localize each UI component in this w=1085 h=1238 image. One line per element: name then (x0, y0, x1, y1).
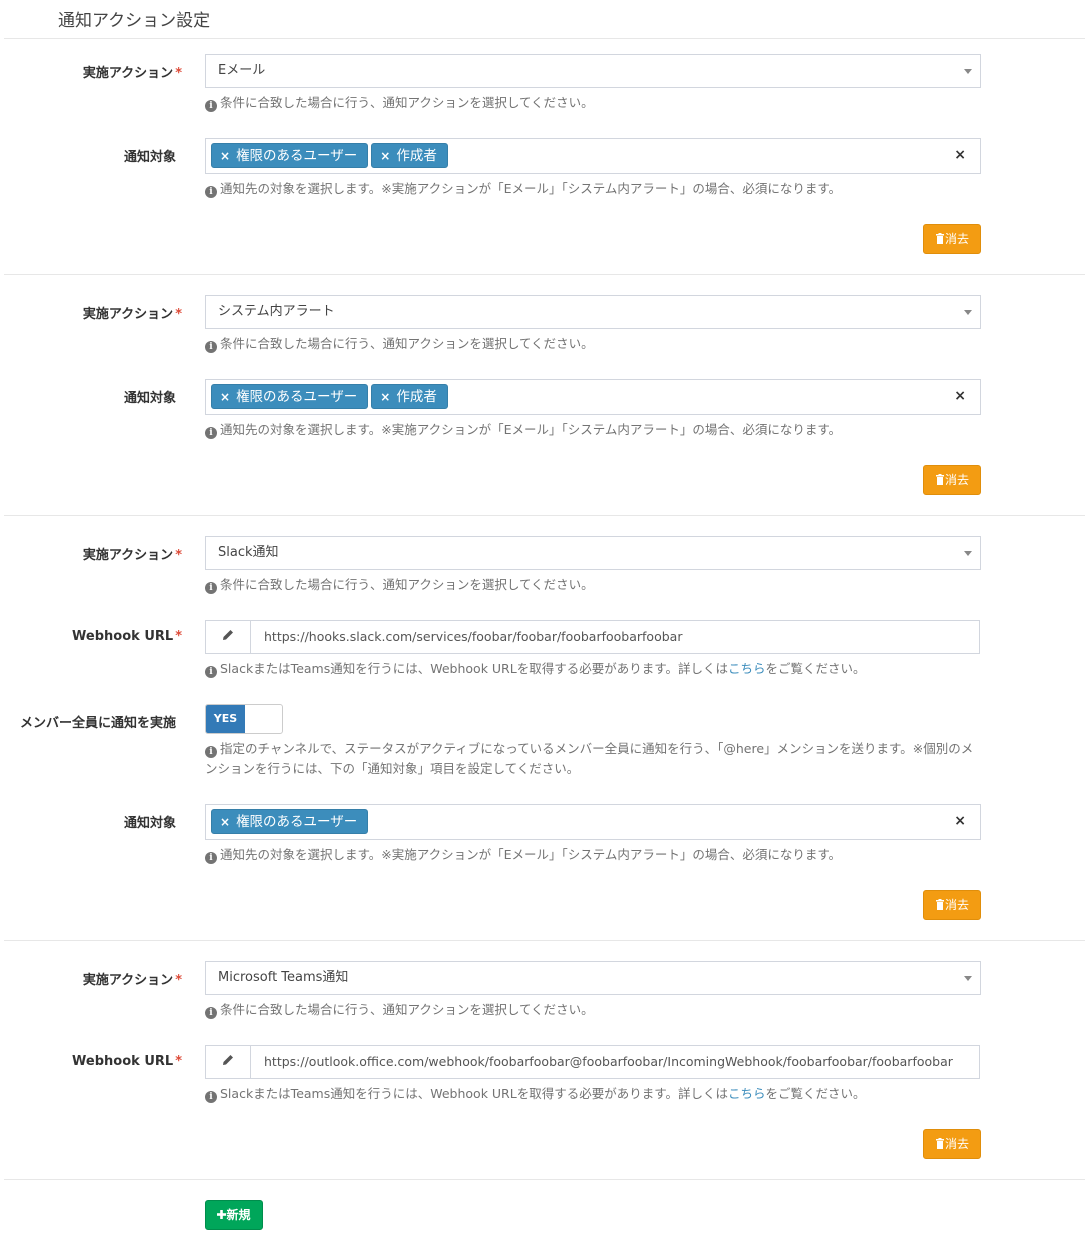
webhook-url-value: https://outlook.office.com/webhook/fooba… (264, 1054, 953, 1069)
webhook-url-field[interactable]: https://outlook.office.com/webhook/fooba… (205, 1045, 980, 1079)
target-tag[interactable]: × 作成者 (371, 143, 448, 168)
caret-down-icon (964, 976, 972, 981)
delete-button[interactable]: 消去 (923, 890, 981, 920)
action-help: i 条件に合致した場合に行う、通知アクションを選択してください。 (205, 93, 981, 113)
target-help: i 通知先の対象を選択します。※実施アクションが「Eメール」「システム内アラート」… (205, 420, 981, 440)
info-icon: i (205, 341, 217, 353)
trash-icon (935, 233, 944, 244)
page-title: 通知アクション設定 (58, 11, 211, 31)
info-icon: i (205, 1091, 217, 1103)
target-tag[interactable]: × 権限のあるユーザー (211, 143, 369, 168)
action-select[interactable]: Eメール (205, 54, 981, 88)
webhook-help: i SlackまたはTeams通知を行うには、Webhook URLを取得する必要… (205, 1084, 981, 1104)
info-icon: i (205, 746, 217, 758)
target-label: 通知対象 (123, 816, 176, 831)
delete-button[interactable]: 消去 (923, 1129, 981, 1159)
action-help: i 条件に合致した場合に行う、通知アクションを選択してください。 (205, 575, 981, 595)
action-select[interactable]: システム内アラート (205, 295, 981, 329)
tag-remove-icon[interactable]: × (220, 815, 230, 829)
trash-icon (935, 899, 944, 910)
info-icon: i (205, 666, 217, 678)
action-help: i 条件に合致した場合に行う、通知アクションを選択してください。 (205, 1000, 981, 1020)
target-tag[interactable]: × 権限のあるユーザー (211, 809, 369, 834)
mention-all-toggle[interactable]: YES (205, 704, 283, 734)
target-multiselect[interactable]: × 権限のあるユーザー × 作成者 × (205, 379, 981, 415)
mention-all-label: メンバー全員に通知を実施 (19, 716, 176, 731)
action-label: 実施アクション * (82, 307, 182, 322)
webhook-url-field[interactable]: https://hooks.slack.com/services/foobar/… (205, 620, 980, 654)
target-tag[interactable]: × 作成者 (371, 384, 448, 409)
info-icon: i (205, 1007, 217, 1019)
target-tag[interactable]: × 権限のあるユーザー (211, 384, 369, 409)
clear-icon[interactable]: × (954, 813, 966, 829)
target-label: 通知対象 (123, 391, 176, 406)
target-help: i 通知先の対象を選択します。※実施アクションが「Eメール」「システム内アラート」… (205, 179, 981, 199)
action-help: i 条件に合致した場合に行う、通知アクションを選択してください。 (205, 334, 981, 354)
divider (4, 38, 1085, 39)
target-help: i 通知先の対象を選択します。※実施アクションが「Eメール」「システム内アラート」… (205, 845, 981, 865)
trash-icon (935, 474, 944, 485)
action-label: 実施アクション * (82, 973, 182, 988)
info-icon: i (205, 100, 217, 112)
action-select-value: Eメール (218, 63, 266, 78)
divider (4, 940, 1085, 941)
add-action-button[interactable]: 新規 (205, 1200, 263, 1230)
delete-button[interactable]: 消去 (923, 465, 981, 495)
caret-down-icon (964, 69, 972, 74)
tag-remove-icon[interactable]: × (220, 149, 230, 163)
info-icon: i (205, 427, 217, 439)
delete-button[interactable]: 消去 (923, 224, 981, 254)
divider (4, 515, 1085, 516)
action-select-value: Slack通知 (218, 545, 279, 560)
clear-icon[interactable]: × (954, 147, 966, 163)
info-icon: i (205, 852, 217, 864)
webhook-help-link[interactable]: こちら (728, 1086, 766, 1101)
action-select-value: システム内アラート (218, 304, 335, 319)
caret-down-icon (964, 551, 972, 556)
webhook-label: Webhook URL * (72, 1054, 182, 1069)
webhook-help: i SlackまたはTeams通知を行うには、Webhook URLを取得する必要… (205, 659, 981, 679)
tag-remove-icon[interactable]: × (220, 390, 230, 404)
target-multiselect[interactable]: × 権限のあるユーザー × 作成者 × (205, 138, 981, 174)
pencil-icon (206, 621, 251, 653)
mention-all-help: i 指定のチャンネルで、ステータスがアクティブになっているメンバー全員に通知を行う… (205, 741, 974, 776)
caret-down-icon (964, 310, 972, 315)
action-select-value: Microsoft Teams通知 (218, 970, 349, 985)
webhook-url-value: https://hooks.slack.com/services/foobar/… (264, 629, 683, 644)
tag-remove-icon[interactable]: × (380, 390, 390, 404)
action-label: 実施アクション * (82, 548, 182, 563)
divider (4, 274, 1085, 275)
action-select[interactable]: Microsoft Teams通知 (205, 961, 981, 995)
target-label: 通知対象 (123, 150, 176, 165)
pencil-icon (206, 1046, 251, 1078)
info-icon: i (205, 186, 217, 198)
webhook-label: Webhook URL * (72, 629, 182, 644)
action-select[interactable]: Slack通知 (205, 536, 981, 570)
tag-remove-icon[interactable]: × (380, 149, 390, 163)
clear-icon[interactable]: × (954, 388, 966, 404)
webhook-help-link[interactable]: こちら (728, 661, 766, 676)
info-icon: i (205, 582, 217, 594)
toggle-on-label: YES (206, 705, 245, 733)
trash-icon (935, 1138, 944, 1149)
target-multiselect[interactable]: × 権限のあるユーザー × (205, 804, 981, 840)
divider (4, 1179, 1085, 1180)
action-label: 実施アクション * (82, 66, 182, 81)
